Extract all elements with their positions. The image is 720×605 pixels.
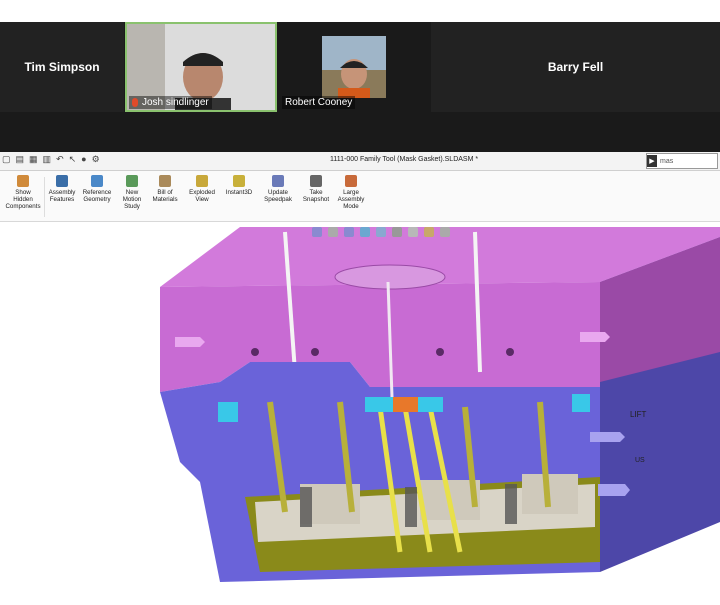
- mic-muted-icon: [132, 97, 138, 107]
- command-label: Bill of Materials: [152, 189, 178, 203]
- command-label: Instant3D: [225, 189, 253, 196]
- reference-geometry-icon: [91, 175, 103, 187]
- command-label: New Motion Study: [122, 189, 142, 210]
- command-label: Show Hidden Components: [5, 189, 41, 210]
- document-title: 1111-000 Family Tool (Mask Gasket).SLDAS…: [330, 156, 479, 163]
- zoom-to-fit-icon[interactable]: [312, 227, 322, 237]
- instant3d-icon: [233, 175, 245, 187]
- spring: [405, 487, 417, 527]
- cavity-insert: [418, 397, 443, 412]
- bolt-hole: [311, 348, 319, 356]
- options-gear-icon[interactable]: ⚙: [92, 154, 100, 165]
- take-snapshot-button[interactable]: Take Snapshot: [300, 175, 332, 203]
- traffic-light-icon[interactable]: ●: [81, 154, 86, 165]
- snapshot-icon: [310, 175, 322, 187]
- search-commands-field[interactable]: ▶ mas: [646, 153, 718, 169]
- spring: [505, 484, 517, 524]
- participant-tile-robert[interactable]: Robert Cooney: [278, 22, 430, 112]
- print-icon[interactable]: ▥: [43, 154, 52, 165]
- participant-name: Tim Simpson: [24, 60, 100, 74]
- motion-study-icon: [126, 175, 138, 187]
- leader-pin: [598, 484, 630, 496]
- bolt-hole: [251, 348, 259, 356]
- participant-tile-barry[interactable]: Barry Fell: [431, 22, 720, 112]
- bill-of-materials-button[interactable]: Bill of Materials: [149, 175, 181, 203]
- us-label: US: [635, 457, 645, 464]
- previous-view-icon[interactable]: [344, 227, 354, 237]
- top-margin: [0, 0, 720, 22]
- edit-appearance-icon[interactable]: [424, 227, 434, 237]
- assembly-features-icon: [56, 175, 68, 187]
- heads-up-view-toolbar: [312, 227, 450, 237]
- leader-pin: [175, 337, 205, 347]
- divider: [44, 177, 45, 217]
- cavity-insert: [393, 397, 418, 412]
- leader-pin: [590, 432, 625, 442]
- section-view-icon[interactable]: [360, 227, 370, 237]
- graphics-viewport[interactable]: LIFT US: [0, 222, 720, 600]
- command-label: Reference Geometry: [82, 189, 112, 203]
- save-icon[interactable]: ▦: [29, 154, 38, 165]
- command-label: Exploded View: [189, 189, 215, 203]
- view-orientation-icon[interactable]: [376, 227, 386, 237]
- bom-icon: [159, 175, 171, 187]
- participant-tile-tim[interactable]: Tim Simpson: [0, 22, 124, 112]
- leader-pin: [580, 332, 610, 342]
- search-input[interactable]: mas: [660, 158, 673, 165]
- display-style-icon[interactable]: [392, 227, 402, 237]
- spring: [300, 487, 312, 527]
- select-icon[interactable]: ↖: [69, 154, 77, 165]
- reference-geometry-button[interactable]: Reference Geometry: [80, 175, 114, 203]
- a-plate: [160, 282, 600, 392]
- speedpak-icon: [272, 175, 284, 187]
- show-hidden-button[interactable]: Show Hidden Components: [4, 175, 42, 210]
- command-label: Large Assembly Mode: [337, 189, 365, 210]
- search-icon: ▶: [647, 155, 657, 167]
- exploded-view-icon: [196, 175, 208, 187]
- show-hidden-icon: [17, 175, 29, 187]
- mold-assembly-model[interactable]: LIFT US: [0, 222, 720, 600]
- undo-icon[interactable]: ↶: [56, 154, 64, 165]
- video-gap: [0, 112, 720, 152]
- assembly-features-button[interactable]: Assembly Features: [46, 175, 78, 203]
- new-file-icon[interactable]: ▢: [2, 154, 11, 165]
- hide-show-icon[interactable]: [408, 227, 418, 237]
- open-icon[interactable]: ▤: [16, 154, 25, 165]
- command-label: Assembly Features: [48, 189, 76, 203]
- sprue-bushing: [334, 264, 446, 290]
- participant-name: Robert Cooney: [285, 97, 353, 108]
- participant-name: Barry Fell: [547, 60, 604, 74]
- cavity-insert: [572, 394, 590, 412]
- cavity-insert: [218, 402, 238, 422]
- bolt-hole: [506, 348, 514, 356]
- large-assembly-icon: [345, 175, 357, 187]
- lift-label: LIFT: [630, 410, 647, 419]
- exploded-view-button[interactable]: Exploded View: [185, 175, 219, 203]
- instant3d-button[interactable]: Instant3D: [223, 175, 255, 196]
- command-manager: Show Hidden Components Assembly Features…: [0, 171, 720, 222]
- solidworks-title-bar: ▢ ▤ ▦ ▥ ↶ ↖ ● ⚙ 1111-000 Family Tool (Ma…: [0, 152, 720, 171]
- command-label: Take Snapshot: [302, 189, 330, 203]
- bolt-hole: [436, 348, 444, 356]
- participant-name: Josh sindlinger: [142, 97, 209, 108]
- quick-access-toolbar: ▢ ▤ ▦ ▥ ↶ ↖ ● ⚙: [2, 154, 100, 165]
- large-assembly-mode-button[interactable]: Large Assembly Mode: [334, 175, 368, 210]
- command-label: Update Speedpak: [264, 189, 292, 203]
- update-speedpak-button[interactable]: Update Speedpak: [261, 175, 295, 203]
- new-motion-study-button[interactable]: New Motion Study: [118, 175, 146, 210]
- participant-tile-josh[interactable]: Josh sindlinger: [125, 22, 277, 112]
- cavity-insert: [365, 397, 393, 412]
- video-gallery: Tim Simpson Josh sindlinger Robert Coone…: [0, 22, 720, 112]
- zoom-area-icon[interactable]: [328, 227, 338, 237]
- view-settings-icon[interactable]: [440, 227, 450, 237]
